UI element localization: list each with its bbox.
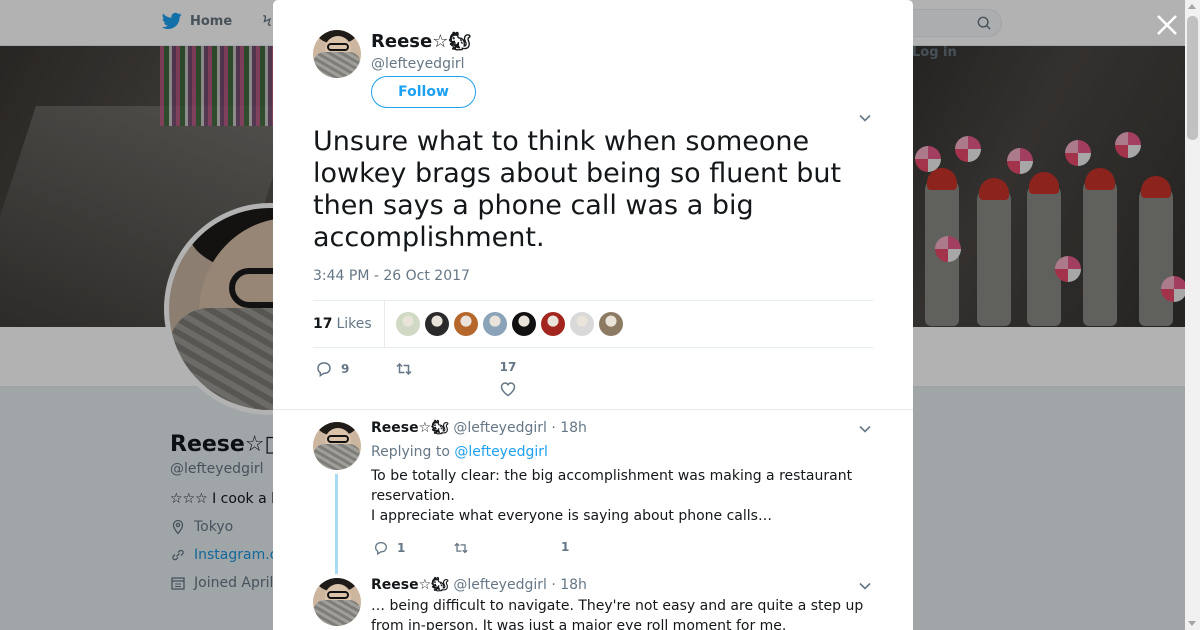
scrollbar-thumb[interactable]: [1187, 16, 1198, 140]
reply-time[interactable]: · 18h: [551, 577, 587, 593]
retweet-icon: [396, 362, 412, 376]
chevron-down-icon[interactable]: [859, 112, 871, 124]
likes-summary: 17 Likes: [313, 300, 873, 348]
likes-label: Likes: [336, 316, 372, 332]
liker-avatar[interactable]: [569, 312, 594, 336]
reply-button[interactable]: 9: [315, 360, 349, 378]
liker-avatar[interactable]: [424, 312, 449, 336]
permalink-tweet: Reese☆🐿 @lefteyedgirl Follow Unsure what…: [273, 0, 913, 410]
liker-avatar[interactable]: [453, 312, 478, 336]
reply-count: 9: [341, 362, 350, 376]
reply-author-name[interactable]: Reese☆🐿: [371, 577, 449, 593]
tweet-actions: 9 17: [313, 360, 873, 400]
liker-avatar[interactable]: [395, 312, 420, 336]
tweet-timestamp[interactable]: 3:44 PM - 26 Oct 2017: [313, 268, 470, 284]
like-button[interactable]: 1: [561, 540, 569, 554]
reply-author-avatar[interactable]: [313, 422, 361, 470]
chevron-down-icon[interactable]: [859, 580, 871, 592]
page-scrollbar[interactable]: [1185, 0, 1200, 630]
tweet-text: Unsure what to think when someone lowkey…: [313, 126, 842, 253]
tweet-modal: Reese☆🐿 @lefteyedgirl Follow Unsure what…: [273, 0, 913, 630]
replying-to: Replying to @lefteyedgirl: [371, 444, 548, 460]
author-avatar[interactable]: [313, 30, 361, 78]
author-handle[interactable]: @lefteyedgirl: [371, 56, 465, 72]
retweet-button[interactable]: [395, 360, 421, 378]
follow-button[interactable]: Follow: [371, 76, 476, 108]
liker-avatar[interactable]: [482, 312, 507, 336]
like-count: 1: [561, 540, 570, 554]
close-icon[interactable]: [1154, 12, 1180, 38]
thread-line: [335, 474, 338, 574]
scroll-up-arrow[interactable]: [1188, 4, 1196, 9]
scroll-down-arrow[interactable]: [1188, 621, 1196, 626]
liker-avatars: [395, 312, 623, 336]
reply-text: … being difficult to navigate. They're n…: [371, 598, 864, 630]
reply-count: 1: [397, 541, 406, 555]
reply-icon: [317, 362, 331, 377]
likes-count: 17: [313, 316, 333, 332]
reply-author-name[interactable]: Reese☆🐿: [371, 420, 449, 436]
reply-author-avatar[interactable]: [313, 578, 361, 626]
reply-author-handle[interactable]: @lefteyedgirl: [453, 420, 547, 436]
heart-icon: [500, 382, 516, 397]
retweet-icon: [454, 542, 468, 554]
replying-to-handle[interactable]: @lefteyedgirl: [454, 444, 548, 460]
liker-avatar[interactable]: [598, 312, 623, 336]
reply-header: Reese☆🐿 @lefteyedgirl · 18h: [371, 420, 587, 436]
reply-icon: [374, 542, 388, 556]
reply-button[interactable]: 1: [373, 540, 405, 556]
reply-header: Reese☆🐿 @lefteyedgirl · 18h: [371, 577, 587, 593]
like-button[interactable]: 17: [499, 360, 517, 398]
author-name[interactable]: Reese☆🐿: [371, 31, 471, 52]
liker-avatar[interactable]: [511, 312, 536, 336]
reply-text-line: To be totally clear: the big accomplishm…: [371, 468, 853, 504]
replying-prefix: Replying to: [371, 444, 450, 460]
chevron-down-icon[interactable]: [859, 423, 871, 435]
reply-tweet[interactable]: Reese☆🐿 @lefteyedgirl · 18h Replying to …: [273, 410, 913, 574]
reply-text-line: I appreciate what everyone is saying abo…: [371, 508, 772, 524]
reply-actions: 1 1: [371, 538, 871, 562]
reply-author-handle[interactable]: @lefteyedgirl: [453, 577, 547, 593]
reply-time[interactable]: · 18h: [551, 420, 587, 436]
reply-text: To be totally clear: the big accomplishm…: [371, 466, 871, 526]
retweet-button[interactable]: [453, 540, 477, 556]
like-count: 17: [499, 360, 517, 374]
likes-count-link[interactable]: 17 Likes: [313, 300, 385, 348]
liker-avatar[interactable]: [540, 312, 565, 336]
reply-tweet[interactable]: Reese☆🐿 @lefteyedgirl · 18h … being diff…: [273, 572, 913, 630]
